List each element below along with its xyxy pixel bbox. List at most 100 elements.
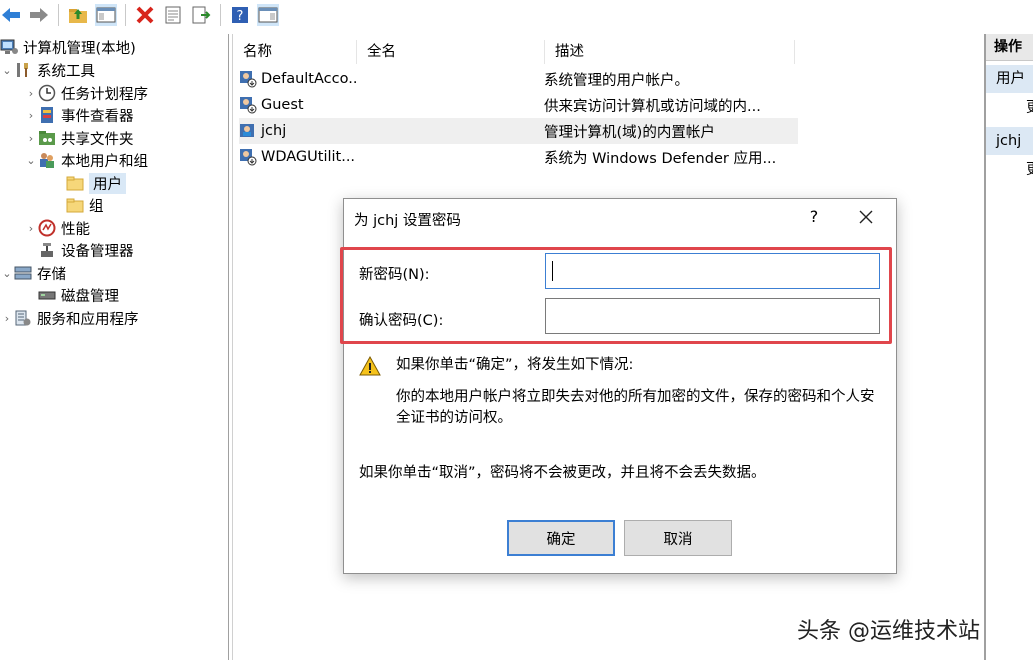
users-group-icon: [38, 151, 56, 169]
table-row[interactable]: DefaultAcco... 系统管理的用户帐户。: [239, 66, 798, 92]
table-row[interactable]: Guest 供来宾访问计算机或访问域的内...: [239, 92, 798, 118]
folder-icon: [66, 196, 84, 214]
tree-item-task-scheduler[interactable]: › 任务计划程序: [24, 82, 148, 104]
help-icon[interactable]: ?: [229, 4, 251, 26]
delete-icon[interactable]: [134, 4, 156, 26]
console-tree: 计算机管理(本地) ⌄ 系统工具 › 任务计划程序 › 事件查看器 › 共享文件…: [0, 34, 229, 660]
column-header-description[interactable]: 描述: [545, 40, 795, 64]
shared-folder-icon: [38, 129, 56, 147]
tree-item-services-apps[interactable]: › 服务和应用程序: [0, 307, 139, 329]
actions-pane: 操作 用户 更 jchj 更: [984, 34, 1033, 660]
toolbar-separator: [58, 4, 59, 26]
storage-icon: [14, 264, 32, 282]
row-description: 管理计算机(域)的内置帐户: [544, 124, 715, 141]
warning-icon: [359, 355, 381, 376]
tree-label: 事件查看器: [61, 108, 134, 125]
tree-label: 组: [89, 198, 104, 215]
toolbar-separator: [220, 4, 221, 26]
toolbar: ?: [0, 0, 1033, 30]
svg-text:?: ?: [237, 9, 244, 24]
row-name: WDAGUtilit...: [261, 149, 356, 165]
action-more[interactable]: 更: [986, 93, 1033, 123]
chevron-right-icon[interactable]: ›: [24, 132, 38, 145]
confirm-password-label: 确认密码(C):: [359, 313, 444, 329]
list-header: 名称 全名 描述: [233, 40, 798, 64]
row-name: Guest: [261, 97, 304, 113]
cancel-note: 如果你单击“取消”，密码将不会被更改，并且将不会丢失数据。: [359, 465, 766, 481]
show-hide-tree-icon[interactable]: [95, 4, 117, 26]
user-disabled-icon: [240, 97, 257, 114]
user-disabled-icon: [240, 149, 257, 166]
action-pane-icon[interactable]: [257, 4, 279, 26]
watermark: 头条 @运维技术站: [797, 619, 980, 644]
computer-management-icon: [0, 38, 18, 56]
tree-item-system-tools[interactable]: ⌄ 系统工具: [0, 59, 95, 81]
tree-label: 共享文件夹: [61, 131, 134, 148]
tree-item-computer-management[interactable]: 计算机管理(本地): [0, 36, 136, 58]
back-icon[interactable]: [0, 4, 22, 26]
close-icon[interactable]: [854, 205, 878, 229]
device-manager-icon: [38, 241, 56, 259]
new-password-field[interactable]: [545, 253, 880, 289]
folder-icon: [66, 174, 84, 192]
user-disabled-icon: [240, 71, 257, 88]
row-name: jchj: [261, 123, 287, 139]
action-more[interactable]: 更: [986, 155, 1033, 185]
tree-item-performance[interactable]: › 性能: [24, 217, 90, 239]
set-password-dialog: 为 jchj 设置密码 ? 新密码(N): 确认密码(C): 如果你单击“确定”…: [340, 198, 897, 574]
help-button[interactable]: ?: [804, 207, 824, 226]
chevron-right-icon[interactable]: ›: [0, 312, 14, 325]
actions-section-jchj[interactable]: jchj: [986, 127, 1033, 155]
tree-label: 磁盘管理: [61, 288, 119, 305]
tree-label: 用户: [89, 172, 126, 194]
clock-icon: [38, 84, 56, 102]
tree-item-event-viewer[interactable]: › 事件查看器: [24, 104, 134, 126]
ok-button[interactable]: 确定: [507, 520, 615, 556]
tree-label: 系统工具: [37, 63, 95, 80]
table-row[interactable]: jchj 管理计算机(域)的内置帐户: [239, 118, 798, 144]
properties-icon[interactable]: [162, 4, 184, 26]
dialog-title: 为 jchj 设置密码: [354, 213, 461, 229]
row-name: DefaultAcco...: [261, 71, 356, 87]
tree-item-shared-folders[interactable]: › 共享文件夹: [24, 127, 134, 149]
tools-icon: [14, 61, 32, 79]
disk-icon: [38, 286, 56, 304]
actions-section-users[interactable]: 用户: [986, 65, 1033, 93]
warning-heading: 如果你单击“确定”，将发生如下情况:: [396, 357, 634, 373]
export-icon[interactable]: [190, 4, 212, 26]
chevron-right-icon[interactable]: ›: [24, 87, 38, 100]
tree-label: 存储: [37, 266, 66, 283]
table-row[interactable]: WDAGUtilit... 系统为 Windows Defender 应用...: [239, 144, 798, 170]
tree-item-groups[interactable]: 组: [52, 194, 104, 216]
actions-header: 操作: [986, 34, 1033, 61]
cancel-button[interactable]: 取消: [624, 520, 732, 556]
tree-label: 本地用户和组: [61, 153, 148, 170]
services-icon: [14, 309, 32, 327]
chevron-right-icon[interactable]: ›: [24, 109, 38, 122]
chevron-down-icon[interactable]: ⌄: [0, 64, 14, 77]
forward-icon[interactable]: [28, 4, 50, 26]
tree-label: 任务计划程序: [61, 86, 148, 103]
tree-item-disk-management[interactable]: 磁盘管理: [24, 284, 119, 306]
tree-item-local-users-groups[interactable]: ⌄ 本地用户和组: [24, 149, 148, 171]
up-folder-icon[interactable]: [67, 4, 89, 26]
new-password-label: 新密码(N):: [359, 267, 430, 283]
chevron-right-icon[interactable]: ›: [24, 222, 38, 235]
chevron-down-icon[interactable]: ⌄: [24, 154, 38, 167]
tree-label: 设备管理器: [61, 243, 134, 260]
column-header-fullname[interactable]: 全名: [357, 40, 545, 64]
row-description: 系统为 Windows Defender 应用...: [544, 150, 777, 167]
confirm-password-field[interactable]: [545, 298, 880, 334]
tree-item-storage[interactable]: ⌄ 存储: [0, 262, 66, 284]
tree-label: 性能: [61, 221, 90, 238]
tree-item-device-manager[interactable]: 设备管理器: [24, 239, 134, 261]
row-description: 系统管理的用户帐户。: [544, 72, 689, 89]
tree-label: 计算机管理(本地): [23, 40, 136, 57]
column-header-name[interactable]: 名称: [233, 40, 357, 64]
tree-item-users[interactable]: 用户: [52, 172, 126, 194]
row-description: 供来宾访问计算机或访问域的内...: [544, 98, 761, 115]
chevron-down-icon[interactable]: ⌄: [0, 267, 14, 280]
user-icon: [240, 124, 254, 137]
warning-body: 你的本地用户帐户将立即失去对他的所有加密的文件，保存的密码和个人安全证书的访问权…: [396, 389, 875, 426]
tree-label: 服务和应用程序: [37, 311, 139, 328]
